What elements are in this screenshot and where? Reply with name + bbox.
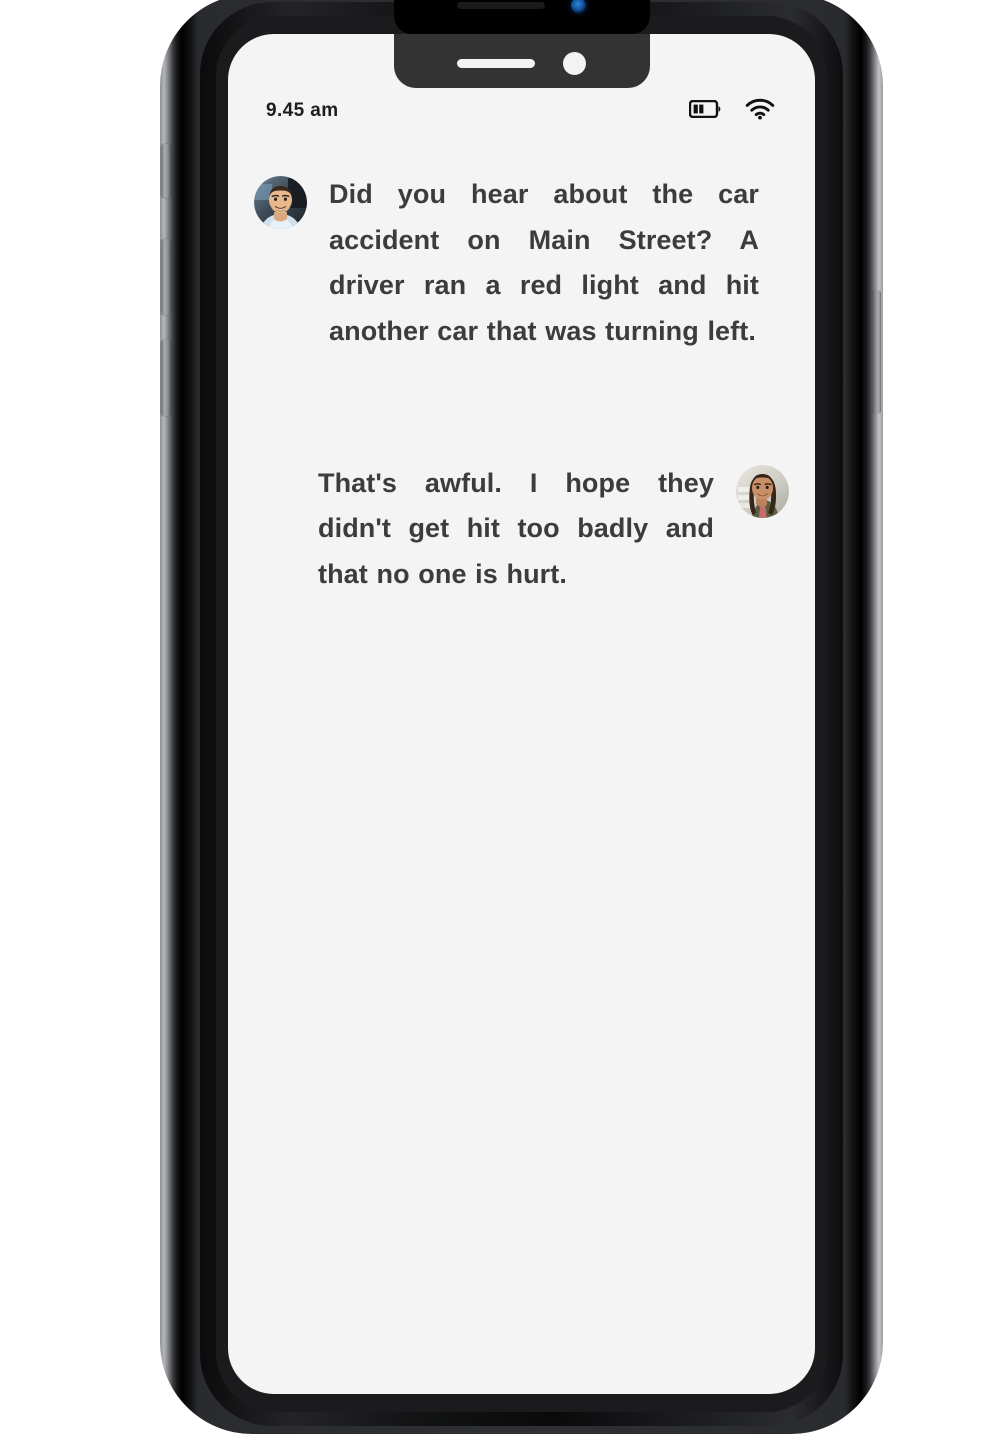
volume-up-button[interactable] <box>161 239 171 315</box>
status-bar: 9.45 am <box>228 94 815 128</box>
message-text: Did you hear about the car accident on M… <box>329 179 759 346</box>
avatar-woman[interactable] <box>736 464 789 518</box>
phone-screen: 9.45 am Did you hear about the car accid… <box>228 34 815 1394</box>
message-text: That's awful. I hope they didn't get hit… <box>318 467 714 589</box>
screen-notch <box>393 34 650 88</box>
speaker-slot-icon <box>457 58 535 68</box>
status-icons-group <box>688 98 775 125</box>
phone-device: 9.45 am Did you hear about the car accid… <box>160 0 883 1434</box>
power-button[interactable] <box>872 290 881 414</box>
avatar-man[interactable] <box>254 176 307 229</box>
silent-switch-button[interactable] <box>161 144 171 198</box>
front-camera-lens-icon <box>571 0 586 13</box>
front-camera-icon <box>563 51 586 75</box>
wifi-icon <box>745 98 775 125</box>
message-incoming-1[interactable]: Did you hear about the car accident on M… <box>254 172 789 355</box>
volume-down-button[interactable] <box>161 340 171 416</box>
status-time: 9.45 am <box>266 100 339 121</box>
earpiece-speaker-icon <box>457 1 545 9</box>
message-outgoing-1[interactable]: That's awful. I hope they didn't get hit… <box>254 461 789 598</box>
conversation-thread: Did you hear about the car accident on M… <box>228 172 815 597</box>
device-top-bezel <box>393 0 650 34</box>
battery-icon <box>688 99 723 123</box>
